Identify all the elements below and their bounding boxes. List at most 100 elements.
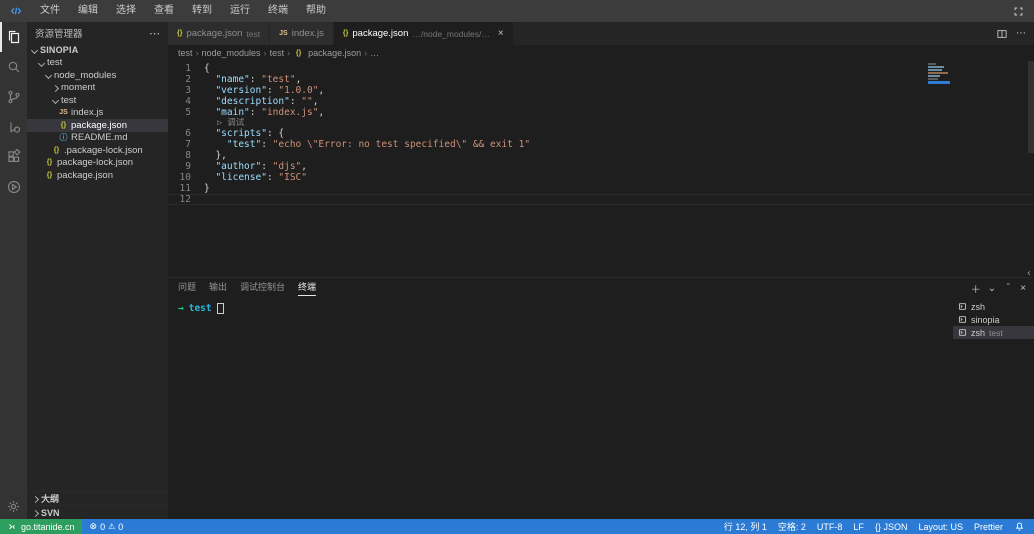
terminal-icon — [958, 328, 967, 337]
code-token: } — [204, 183, 210, 194]
tree-item[interactable]: {}.package-lock.json — [27, 144, 168, 157]
tree-item[interactable]: test — [27, 94, 168, 107]
menu-item[interactable]: 帮助 — [297, 0, 335, 22]
bell-icon[interactable] — [1014, 521, 1025, 532]
code-line[interactable]: 3 "version": "1.0.0", — [168, 85, 1034, 96]
terminal-view[interactable]: → test — [168, 298, 953, 519]
tab-description: …/node_modules/… — [412, 29, 490, 39]
chevron-down-icon[interactable]: ⌄ — [988, 283, 996, 294]
run-debug-button[interactable] — [0, 112, 27, 142]
source-control-button[interactable] — [0, 82, 27, 112]
panel-tab[interactable]: 调试控制台 — [240, 280, 285, 296]
run-circle-button[interactable] — [0, 172, 27, 202]
chevron-right-icon — [51, 84, 59, 92]
status-item[interactable]: UTF-8 — [817, 522, 843, 532]
chevron-up-icon[interactable]: ＾ — [1003, 281, 1013, 296]
breadcrumb-label: … — [370, 48, 379, 58]
code-line[interactable]: 1{ — [168, 63, 1034, 74]
status-item[interactable]: Layout: US — [918, 522, 963, 532]
menu-item[interactable]: 编辑 — [69, 0, 107, 22]
menu-item[interactable]: 运行 — [221, 0, 259, 22]
breadcrumb-item[interactable]: {}package.json — [293, 48, 361, 58]
settings-gear-button[interactable] — [0, 493, 27, 519]
breadcrumb-item[interactable]: … — [370, 48, 379, 58]
problems-indicator[interactable]: ⊗ 0 ⚠ 0 — [82, 521, 132, 532]
close-icon[interactable]: × — [498, 28, 504, 39]
code-line[interactable]: 9 "author": "djs", — [168, 161, 1034, 172]
breadcrumb-item[interactable]: node_modules — [202, 48, 261, 58]
tree-item[interactable]: {}package.json — [27, 119, 168, 132]
terminal-list-item[interactable]: zsh — [953, 300, 1034, 313]
split-editor-icon[interactable] — [996, 28, 1008, 40]
editor-tab[interactable]: {}package.json…/node_modules/…× — [334, 22, 514, 45]
code-line[interactable]: 4 "description": "", — [168, 96, 1034, 107]
panel-tab[interactable]: 问题 — [178, 280, 196, 296]
tree-item[interactable]: test — [27, 57, 168, 70]
section-svn[interactable]: SVN — [27, 505, 168, 519]
json-file-icon: {} — [177, 30, 182, 37]
status-item[interactable]: {} JSON — [875, 522, 908, 532]
extensions-button[interactable] — [0, 142, 27, 172]
code-line[interactable]: 10 "license": "ISC" — [168, 172, 1034, 183]
code-token: "djs" — [273, 161, 302, 172]
code-token: "" — [301, 96, 312, 107]
tree-item[interactable]: node_modules — [27, 69, 168, 82]
panel-tab[interactable]: 终端 — [298, 280, 316, 296]
new-terminal-icon[interactable]: ＋ — [971, 281, 981, 296]
breadcrumb-label: test — [270, 48, 285, 58]
code-line[interactable]: 12 — [168, 194, 1034, 205]
explorer-sidebar: 资源管理器 ⋯ SINOPIAtestnode_modulesmomenttes… — [27, 22, 168, 519]
code-text: "version": "1.0.0", — [204, 85, 324, 96]
tree-item[interactable]: JSindex.js — [27, 107, 168, 120]
tree-item-label: README.md — [71, 132, 127, 143]
status-item[interactable]: Prettier — [974, 522, 1003, 532]
code-line[interactable]: 2 "name": "test", — [168, 74, 1034, 85]
code-editor[interactable]: 1{2 "name": "test",3 "version": "1.0.0",… — [168, 61, 1034, 277]
menu-item[interactable]: 查看 — [145, 0, 183, 22]
search-button[interactable] — [0, 52, 27, 82]
explorer-icon — [6, 29, 22, 45]
expand-corners-icon[interactable] — [1013, 6, 1024, 17]
more-actions-icon[interactable]: ⋯ — [149, 27, 160, 40]
code-line[interactable]: 5 "main": "index.js", — [168, 107, 1034, 118]
code-token: , — [318, 107, 324, 118]
status-item[interactable]: 行 12, 列 1 — [724, 520, 767, 533]
menu-item[interactable]: 文件 — [31, 0, 69, 22]
menu-item[interactable]: 终端 — [259, 0, 297, 22]
file-tree: SINOPIAtestnode_modulesmomenttestJSindex… — [27, 44, 168, 491]
breadcrumb-item[interactable]: test — [270, 48, 285, 58]
tree-item[interactable]: {}package-lock.json — [27, 157, 168, 170]
breadcrumb-item[interactable]: test — [178, 48, 193, 58]
section-大纲[interactable]: 大纲 — [27, 491, 168, 505]
menu-item[interactable]: 转到 — [183, 0, 221, 22]
status-item[interactable]: 空格: 2 — [778, 520, 806, 533]
code-line[interactable]: 7 "test": "echo \"Error: no test specifi… — [168, 139, 1034, 150]
codelens-debug[interactable]: ▷ 调试 — [168, 118, 1034, 128]
chevron-down-icon — [30, 46, 38, 54]
close-icon[interactable]: × — [1020, 283, 1026, 294]
editor-scrollbar[interactable] — [1028, 61, 1034, 153]
tree-item[interactable]: SINOPIA — [27, 44, 168, 57]
panel-tab[interactable]: 输出 — [209, 280, 227, 296]
code-line[interactable]: 11} — [168, 183, 1034, 194]
tree-item[interactable]: ⓘREADME.md — [27, 132, 168, 145]
code-line[interactable]: 6 "scripts": { — [168, 128, 1034, 139]
source-control-icon — [6, 89, 22, 105]
tree-item[interactable]: {}package.json — [27, 169, 168, 182]
menu-item[interactable]: 选择 — [107, 0, 145, 22]
more-actions-icon[interactable]: ⋯ — [1016, 28, 1026, 39]
status-item[interactable]: LF — [853, 522, 864, 532]
minimap[interactable] — [928, 63, 954, 84]
editor-tab[interactable]: JSindex.js — [270, 22, 334, 45]
remote-indicator[interactable]: go.titanide.cn — [0, 519, 82, 534]
terminal-list-item[interactable]: sinopia — [953, 313, 1034, 326]
terminal-list-item[interactable]: zshtest — [953, 326, 1034, 339]
bell-icon — [1014, 521, 1025, 532]
tree-item[interactable]: moment — [27, 82, 168, 95]
editor-tab[interactable]: {}package.jsontest — [168, 22, 270, 45]
code-token: "test" — [227, 139, 261, 150]
code-line[interactable]: 8 }, — [168, 150, 1034, 161]
explorer-button[interactable] — [0, 22, 27, 52]
code-text: "description": "", — [204, 96, 318, 107]
code-token: : { — [267, 128, 284, 139]
